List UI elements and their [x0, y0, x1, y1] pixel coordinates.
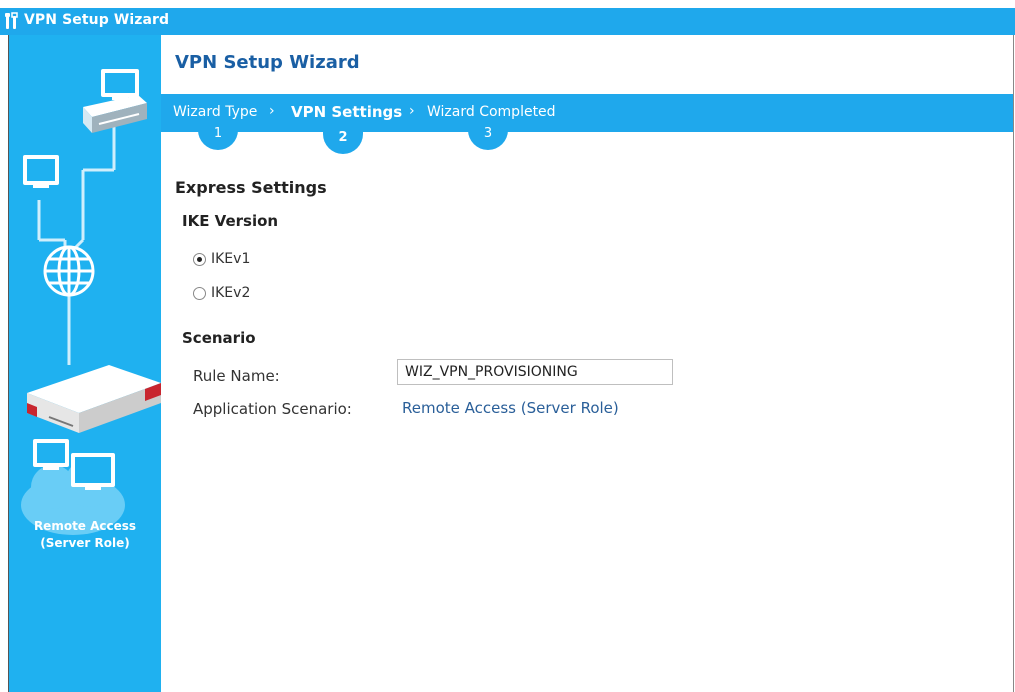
top-computer-icon — [101, 69, 139, 100]
window-titlebar: VPN Setup Wizard — [0, 8, 1015, 35]
chevron-right-icon: › — [269, 103, 275, 119]
ikev1-radio[interactable] — [193, 252, 206, 266]
page-title: VPN Setup Wizard — [175, 52, 360, 73]
rule-name-input[interactable] — [397, 359, 673, 385]
ikev2-option[interactable]: IKEv2 — [193, 285, 250, 301]
application-scenario-label: Application Scenario: — [193, 400, 352, 418]
step-number-2: 2 — [323, 128, 363, 154]
left-computer-icon — [23, 155, 59, 188]
frame-border-right — [1013, 35, 1014, 692]
wizard-tools-icon — [5, 12, 18, 29]
chevron-right-icon: › — [409, 103, 415, 119]
step-wizard-type: Wizard Type — [173, 104, 258, 120]
application-scenario-link[interactable]: Remote Access (Server Role) — [402, 399, 619, 417]
main-firewall-icon — [27, 365, 161, 433]
scenario-heading: Scenario — [182, 329, 256, 347]
globe-icon — [43, 245, 95, 297]
top-edge — [0, 0, 1015, 8]
step-vpn-settings: VPN Settings — [291, 103, 403, 121]
scenario-illustration: Remote Access (Server Role) — [9, 35, 161, 692]
network-diagram — [21, 69, 161, 535]
ikev1-option[interactable]: IKEv1 — [193, 251, 250, 267]
ikev1-label: IKEv1 — [211, 251, 251, 267]
step-number-3: 3 — [468, 124, 508, 150]
wizard-step-bar: Wizard Type › VPN Settings › Wizard Comp… — [161, 94, 1013, 132]
rule-name-label: Rule Name: — [193, 367, 280, 385]
step-number-1: 1 — [198, 124, 238, 150]
scenario-caption-line1: Remote Access — [33, 519, 137, 533]
ikev2-radio[interactable] — [193, 286, 206, 300]
ike-version-heading: IKE Version — [182, 212, 279, 230]
scenario-caption-line2: (Server Role) — [40, 536, 130, 550]
window-title: VPN Setup Wizard — [24, 12, 170, 28]
ikev2-label: IKEv2 — [211, 285, 251, 301]
express-settings-heading: Express Settings — [175, 178, 327, 197]
step-wizard-completed: Wizard Completed — [427, 104, 556, 120]
